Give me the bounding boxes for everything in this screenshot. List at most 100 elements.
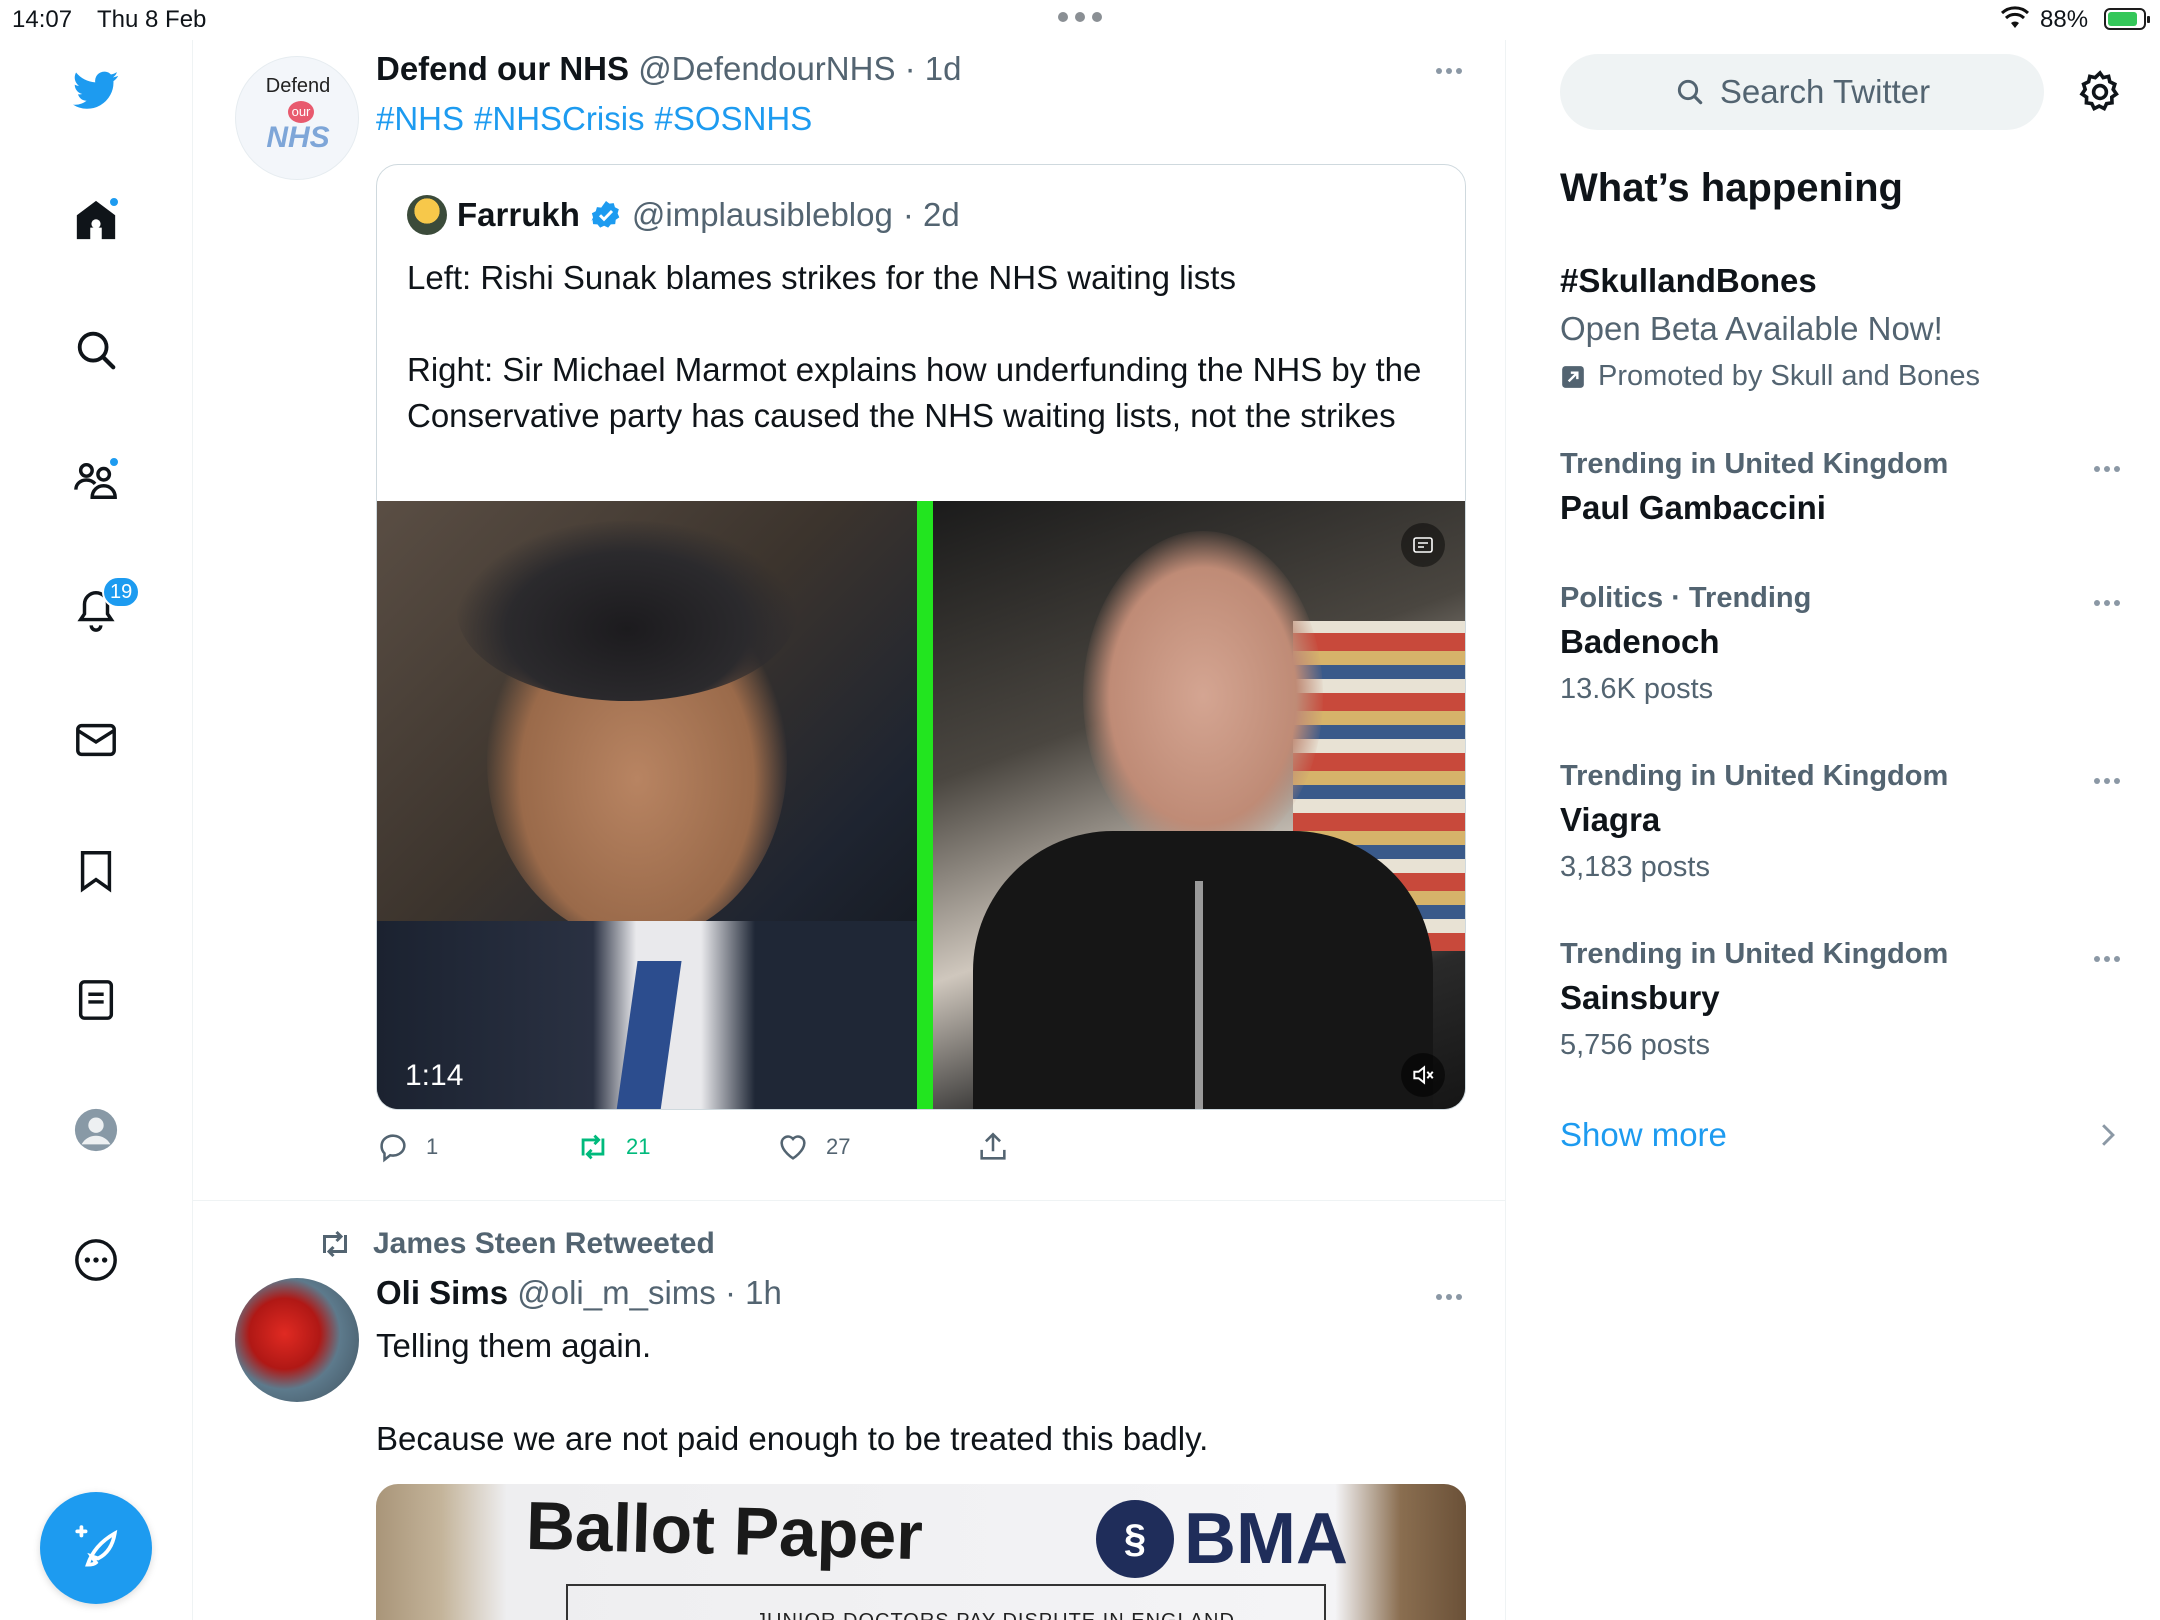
tweet-header: Defend our NHS @DefendourNHS · 1d: [376, 50, 962, 88]
trend-category: Politics · Trending: [1560, 582, 1812, 614]
author-handle[interactable]: @oli_m_sims: [517, 1274, 716, 1311]
retweet-icon: [581, 1134, 605, 1160]
status-bar: 14:07 Thu 8 Feb 88%: [0, 0, 2160, 40]
quoted-tweet[interactable]: Farrukh @implausibleblog · 2d Left: Rish…: [376, 164, 1466, 1110]
promoted-trend[interactable]: #SkullandBones Open Beta Available Now! …: [1560, 262, 2120, 393]
tweet-more-icon[interactable]: [1436, 1294, 1462, 1300]
tweet-actions: 1 21 27: [376, 1130, 1466, 1174]
promoted-by: Promoted by Skull and Bones: [1560, 360, 2120, 393]
whats-happening-heading: What’s happening: [1560, 166, 1903, 210]
promoted-icon: [1562, 365, 1584, 388]
sensitive-content-icon[interactable]: [1401, 523, 1445, 567]
retweeted-by-text: James Steen Retweeted: [373, 1227, 715, 1260]
avatar[interactable]: Defend our NHS: [235, 56, 359, 180]
trend-item[interactable]: Trending in United Kingdom Viagra 3,183 …: [1560, 760, 2120, 884]
trend-title: Badenoch: [1560, 623, 1720, 660]
reply-button[interactable]: 1: [376, 1130, 438, 1164]
heart-icon: [780, 1135, 806, 1160]
trend-title: Viagra: [1560, 801, 1661, 838]
compose-tweet-button[interactable]: [40, 1492, 152, 1604]
mute-icon[interactable]: [1401, 1053, 1445, 1097]
show-more-link[interactable]: Show more: [1560, 1116, 1727, 1154]
avatar-heart-our: our: [288, 101, 314, 123]
tweet-divider: [193, 1200, 1505, 1201]
promoted-trend-title: #SkullandBones: [1560, 262, 1817, 299]
search-icon[interactable]: [70, 324, 122, 376]
trend-post-count: 13.6K posts: [1560, 673, 1714, 705]
reply-icon: [380, 1134, 406, 1163]
retweet-context-icon: [323, 1230, 347, 1258]
quoted-tweet-time: · 2d: [902, 196, 960, 233]
quoted-tweet-header: Farrukh @implausibleblog · 2d: [407, 195, 960, 235]
trend-item[interactable]: Trending in United Kingdom Paul Gambacci…: [1560, 448, 2120, 527]
lists-icon[interactable]: [70, 974, 122, 1026]
like-count: 27: [826, 1134, 851, 1159]
verified-badge-icon: [591, 201, 620, 228]
trend-title: Sainsbury: [1560, 979, 1720, 1016]
ballot-subtitle: JUNIOR DOCTORS PAY DISPUTE IN ENGLAND: [756, 1610, 1235, 1620]
hashtag-nhscrisis[interactable]: #NHSCrisis: [474, 100, 645, 137]
trend-more-icon[interactable]: [2094, 778, 2120, 784]
multitasking-dots[interactable]: [1058, 12, 1102, 22]
notifications-bell-icon[interactable]: 19: [70, 576, 141, 636]
avatar-text-nhs: NHS: [266, 121, 330, 154]
tweet-more-icon[interactable]: [1436, 68, 1462, 74]
like-button[interactable]: 27: [776, 1130, 850, 1164]
video-player[interactable]: 1:14: [377, 501, 1465, 1109]
video-duration: 1:14: [405, 1059, 464, 1092]
profile-avatar-icon[interactable]: [70, 1104, 122, 1156]
hashtag-sosnhs[interactable]: #SOSNHS: [655, 100, 813, 137]
trend-post-count: 5,756 posts: [1560, 1029, 1710, 1061]
trend-title: Paul Gambaccini: [1560, 489, 1826, 526]
tweet-image-ballot-paper[interactable]: Ballot Paper § BMA JUNIOR DOCTORS PAY DI…: [376, 1484, 1466, 1620]
trend-more-icon[interactable]: [2094, 600, 2120, 606]
quoted-tweet-text: Left: Rishi Sunak blames strikes for the…: [407, 255, 1437, 439]
trend-item[interactable]: Politics · Trending Badenoch 13.6K posts: [1560, 582, 2120, 706]
quoted-avatar: [407, 195, 447, 235]
quoted-text-right: Right: Sir Michael Marmot explains how u…: [407, 351, 1422, 434]
promoted-by-text: Promoted by Skull and Bones: [1598, 360, 1981, 392]
trend-category: Trending in United Kingdom: [1560, 448, 1949, 480]
battery-icon: [2104, 8, 2150, 30]
author-name[interactable]: Defend our NHS: [376, 50, 629, 87]
battery-percentage: 88%: [2040, 6, 2089, 33]
status-date: Thu 8 Feb: [97, 6, 207, 33]
video-left-pane: [377, 501, 917, 1109]
communities-icon[interactable]: [70, 454, 122, 506]
reply-count: 1: [426, 1134, 439, 1159]
video-divider: [917, 501, 933, 1109]
trend-item[interactable]: Trending in United Kingdom Sainsbury 5,7…: [1560, 938, 2120, 1062]
avatar[interactable]: [235, 1278, 359, 1402]
trend-more-icon[interactable]: [2094, 956, 2120, 962]
chevron-right-icon[interactable]: [2098, 1122, 2118, 1148]
share-icon: [980, 1132, 1006, 1160]
tweet-time[interactable]: · 1h: [725, 1274, 782, 1311]
right-sidebar: Search Twitter What’s happening #Skullan…: [1506, 40, 2160, 1620]
timeline: Defend our NHS Defend our NHS @Defendour…: [193, 40, 1506, 1620]
settings-gear-icon[interactable]: [2076, 68, 2124, 116]
author-name[interactable]: Oli Sims: [376, 1274, 508, 1311]
quoted-author-name: Farrukh: [457, 196, 580, 233]
trend-post-count: 3,183 posts: [1560, 851, 1710, 883]
author-handle[interactable]: @DefendourNHS: [638, 50, 895, 87]
home-new-dot: [108, 196, 120, 208]
retweet-context[interactable]: James Steen Retweeted: [317, 1226, 715, 1262]
trend-more-icon[interactable]: [2094, 466, 2120, 472]
quoted-text-left: Left: Rishi Sunak blames strikes for the…: [407, 259, 1236, 296]
more-options-icon[interactable]: [70, 1234, 122, 1286]
notifications-count-badge: 19: [102, 576, 141, 608]
tweet-time[interactable]: · 1d: [905, 50, 962, 87]
tweet-header: Oli Sims @oli_m_sims · 1h: [376, 1274, 782, 1312]
search-input[interactable]: Search Twitter: [1560, 54, 2044, 130]
share-button[interactable]: [976, 1130, 1010, 1164]
bookmark-icon[interactable]: [70, 844, 122, 896]
retweet-button[interactable]: 21: [576, 1130, 650, 1164]
retweet-count: 21: [626, 1134, 651, 1159]
home-icon[interactable]: [70, 194, 122, 246]
promoted-trend-description: Open Beta Available Now!: [1560, 310, 1943, 347]
twitter-logo-icon[interactable]: [70, 64, 122, 116]
messages-envelope-icon[interactable]: [70, 714, 122, 766]
tweet-text-line1: Telling them again.: [376, 1327, 652, 1364]
bma-text: BMA: [1184, 1499, 1348, 1579]
hashtag-nhs[interactable]: #NHS: [376, 100, 464, 137]
